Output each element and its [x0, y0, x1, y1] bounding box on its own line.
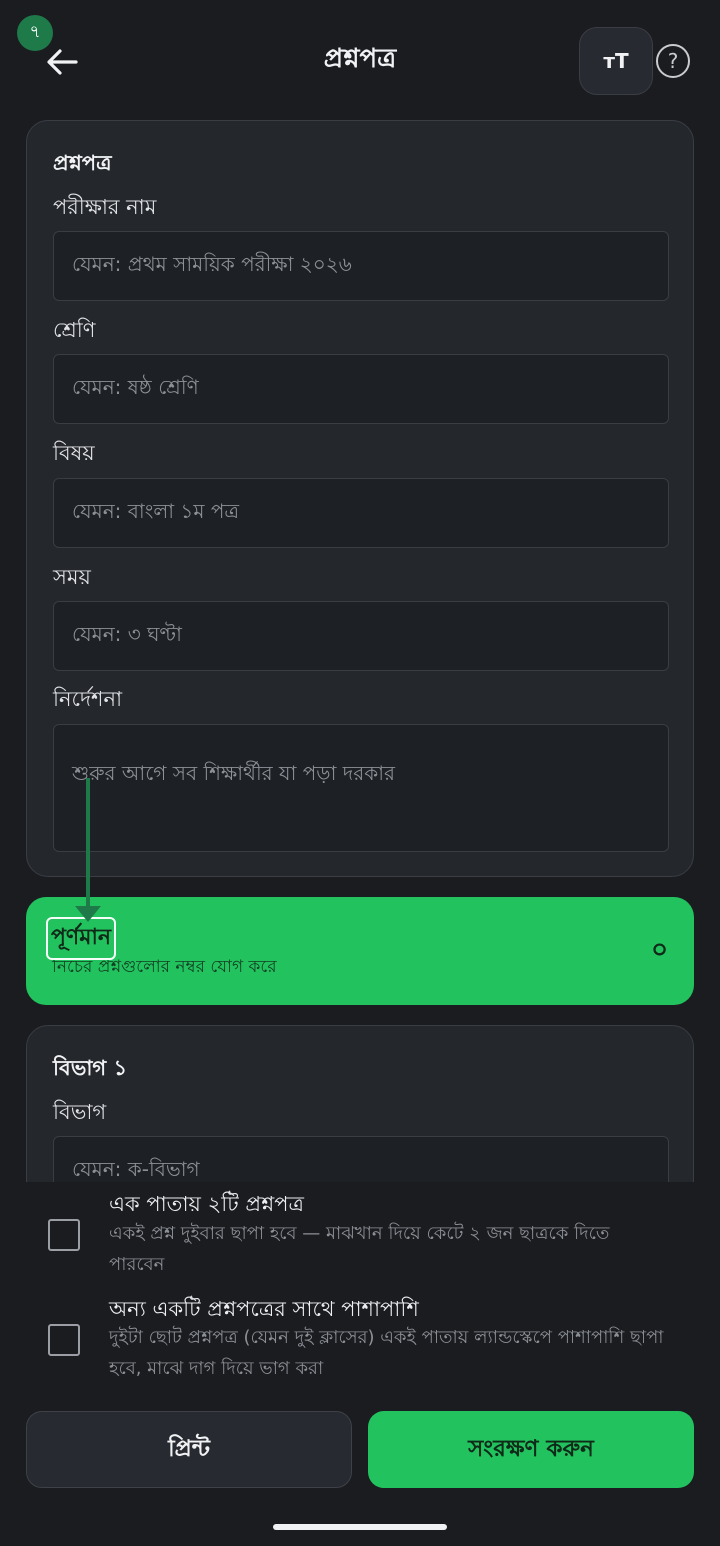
- pointer-arrow-line: [86, 778, 90, 910]
- exam-name-label: পরীক্ষার নাম: [53, 195, 157, 219]
- two-per-page-description: একই প্রশ্ন দুইবার ছাপা হবে — মাঝখান দিয়…: [109, 1223, 610, 1275]
- subject-label: বিষয়: [53, 441, 95, 465]
- home-indicator[interactable]: [273, 1524, 447, 1530]
- time-input[interactable]: যেমন: ৩ ঘণ্টা: [53, 601, 669, 671]
- side-by-side-description: দুইটা ছোট প্রশ্নপত্র (যেমন দুই ক্লাসের) …: [109, 1327, 664, 1379]
- time-label: সময়: [53, 565, 91, 589]
- card-title: প্রশ্নপত্র: [53, 151, 112, 175]
- section-label: বিভাগ: [53, 1100, 107, 1124]
- instructions-input[interactable]: শুরুর আগে সব শিক্ষার্থীর যা পড়া দরকার: [53, 724, 669, 852]
- pointer-arrow-icon: [75, 906, 101, 922]
- total-marks-title: পূর্ণমান: [46, 917, 116, 960]
- paper-info-card: প্রশ্নপত্র পরীক্ষার নাম যেমন: প্রথম সাময…: [26, 120, 694, 877]
- class-input[interactable]: যেমন: ষষ্ঠ শ্রেণি: [53, 354, 669, 424]
- total-marks-value: ০: [651, 935, 668, 965]
- help-icon[interactable]: ?: [656, 44, 690, 78]
- save-button[interactable]: সংরক্ষণ করুন: [368, 1411, 694, 1488]
- font-size-button[interactable]: ᴛT: [579, 27, 653, 95]
- print-button[interactable]: প্রিন্ট: [26, 1411, 352, 1488]
- subject-input[interactable]: যেমন: বাংলা ১ম পত্র: [53, 478, 669, 548]
- instructions-label: নির্দেশনা: [53, 687, 123, 711]
- side-by-side-checkbox[interactable]: [48, 1324, 80, 1356]
- two-per-page-checkbox[interactable]: [48, 1219, 80, 1251]
- section-title: বিভাগ ১: [53, 1056, 128, 1080]
- class-label: শ্রেণি: [53, 318, 96, 342]
- exam-name-input[interactable]: যেমন: প্রথম সাময়িক পরীক্ষা ২০২৬: [53, 231, 669, 301]
- total-marks-bar: নিচের প্রশ্নগুলোর নম্বর যোগ করে পূর্ণমান…: [26, 897, 694, 1005]
